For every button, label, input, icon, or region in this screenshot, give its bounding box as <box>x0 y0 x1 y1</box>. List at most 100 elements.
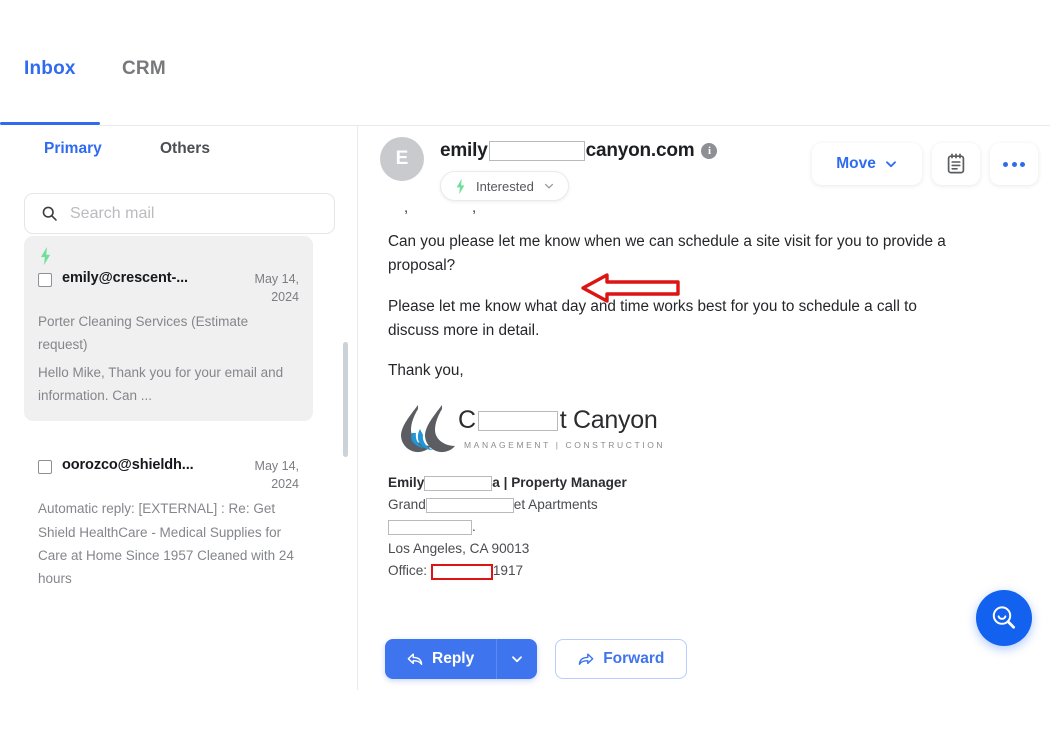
mail-list[interactable]: emily@crescent-... May 14, 2024 Porter C… <box>0 236 357 690</box>
avatar-letter: E <box>395 148 409 169</box>
status-badge[interactable]: Interested <box>440 171 569 201</box>
mail-date: May 14, 2024 <box>241 457 299 493</box>
forward-button[interactable]: Forward <box>555 639 688 679</box>
logo-wordmark: C t Canyon <box>458 406 658 435</box>
forward-arrow-icon <box>578 652 594 665</box>
sidebar-item-others[interactable]: Others <box>160 140 210 158</box>
list-item[interactable]: emily@crescent-... May 14, 2024 Porter C… <box>24 236 313 422</box>
sender-address: emily canyon.com <box>440 140 695 162</box>
active-tab-indicator <box>0 122 100 125</box>
search-fab[interactable] <box>976 590 1032 646</box>
mail-list-panel: Primary Others Search mail emily@crescen… <box>0 126 357 690</box>
mail-date-line1: May 14, <box>254 459 299 474</box>
email-paragraph-2: Please let me know what day and time wor… <box>388 297 917 339</box>
email-reading-pane: E emily canyon.com i Interested Move Can… <box>358 126 1050 690</box>
email-body: , , Can you please let me know when we c… <box>358 208 1050 658</box>
signature-office-label: Office: <box>388 563 428 579</box>
reply-arrow-icon <box>407 652 423 665</box>
notes-button[interactable] <box>932 143 980 185</box>
signature-name-suffix: a | Property Manager <box>492 475 627 491</box>
signature-office-suffix: 1917 <box>492 563 524 579</box>
forward-button-label: Forward <box>603 650 665 667</box>
signature-address-row: . <box>388 516 1020 538</box>
chevron-down-icon <box>544 183 553 189</box>
tab-crm-label: CRM <box>122 58 166 79</box>
mail-checkbox[interactable] <box>38 273 52 287</box>
redaction-box-logo <box>477 410 558 431</box>
email-action-buttons: Move <box>812 143 1038 185</box>
list-item-header: emily@crescent-... May 14, 2024 <box>38 270 299 306</box>
signature-company-row: Grand et Apartments <box>388 494 1020 516</box>
chevron-down-icon <box>512 656 523 663</box>
mail-subject: Porter Cleaning Services (Estimate reque… <box>38 314 249 353</box>
logo-prefix: C <box>458 406 476 435</box>
list-gap <box>0 421 357 447</box>
signature-office-row: Office: 1917 <box>388 560 1020 582</box>
list-item[interactable]: oorozco@shieldh... May 14, 2024 Automati… <box>24 447 313 604</box>
redaction-box-phone <box>430 563 493 580</box>
status-badge-label: Interested <box>476 178 534 194</box>
mail-list-scrollbar[interactable] <box>343 342 348 457</box>
mailbox-sub-tabs: Primary Others <box>0 140 357 174</box>
signature-city-row: Los Angeles, CA 90013 <box>388 541 530 557</box>
signature-company-suffix: et Apartments <box>513 497 598 513</box>
reply-button-label: Reply <box>432 650 475 667</box>
sender-suffix: canyon.com <box>585 140 695 161</box>
redaction-box-name <box>424 476 493 492</box>
tab-crm[interactable]: CRM <box>122 58 166 80</box>
lightning-bolt-icon <box>38 246 299 268</box>
signature-name-prefix: Emily <box>388 475 425 491</box>
search-input[interactable]: Search mail <box>24 193 335 234</box>
redaction-box-company <box>425 498 514 514</box>
mail-date: May 14, 2024 <box>241 270 299 306</box>
email-paragraph-1: Can you please let me know when we can s… <box>388 233 946 274</box>
move-button[interactable]: Move <box>812 143 922 185</box>
magnifier-smile-icon <box>992 606 1016 629</box>
mail-preview: Hello Mike, Thank you for your email and… <box>38 364 284 403</box>
mail-checkbox[interactable] <box>38 460 52 475</box>
subtab-primary-label: Primary <box>44 140 102 157</box>
clipped-glyph-1: , <box>404 208 408 216</box>
sender-address-row: emily canyon.com i <box>440 140 718 162</box>
signature-company-prefix: Grand <box>388 497 426 513</box>
reply-button[interactable]: Reply <box>385 639 498 679</box>
mail-sender: oorozco@shieldh... <box>62 457 194 474</box>
sidebar-item-primary[interactable]: Primary <box>44 140 102 158</box>
reply-options-button[interactable] <box>497 639 538 679</box>
lightning-bolt-icon <box>456 178 465 194</box>
search-placeholder: Search mail <box>70 204 155 222</box>
logo-suffix: t Canyon <box>559 406 658 435</box>
email-header: E emily canyon.com i Interested Move <box>358 126 1050 208</box>
redaction-box-address <box>388 520 472 536</box>
email-closing: Thank you, <box>388 362 464 380</box>
mail-subject: Automatic reply: [EXTERNAL] : Re: Get Sh… <box>38 501 294 587</box>
signature-block: Emily a | Property Manager Grand et Apartm… <box>388 472 1020 582</box>
email-footer-actions: Reply Forward <box>358 628 1050 690</box>
mail-sender: emily@crescent-... <box>62 270 188 286</box>
subtab-others-label: Others <box>160 140 210 157</box>
top-tab-bar: Inbox CRM <box>0 58 1050 125</box>
signature-address-suffix: . <box>472 519 476 535</box>
clipped-glyph-2: , <box>472 208 476 216</box>
tab-inbox[interactable]: Inbox <box>24 58 76 80</box>
sender-prefix: emily <box>440 140 488 161</box>
move-button-label: Move <box>836 155 876 172</box>
redaction-box-sender <box>488 141 585 161</box>
tab-inbox-label: Inbox <box>24 58 76 79</box>
company-logo: C t Canyon MANAGEMENT | CONSTRUCTION <box>396 400 686 462</box>
chevron-down-icon <box>885 161 896 168</box>
signature-name-row: Emily a | Property Manager <box>388 472 1020 494</box>
droplet-logo-icon <box>401 405 455 453</box>
ellipsis-icon <box>1003 161 1025 167</box>
more-button[interactable] <box>990 143 1038 185</box>
search-icon <box>42 206 57 221</box>
mail-date-line2: 2024 <box>271 477 299 492</box>
info-icon[interactable]: i <box>701 143 718 159</box>
clipped-text-row: , , <box>388 208 1020 230</box>
reply-button-group: Reply <box>385 639 538 679</box>
mail-date-line1: May 14, <box>254 272 299 286</box>
avatar: E <box>380 137 424 181</box>
list-item-header: oorozco@shieldh... May 14, 2024 <box>38 457 299 493</box>
email-client-app: Inbox CRM Primary Others Search mail emi… <box>0 0 1050 750</box>
logo-tagline: MANAGEMENT | CONSTRUCTION <box>464 440 666 451</box>
